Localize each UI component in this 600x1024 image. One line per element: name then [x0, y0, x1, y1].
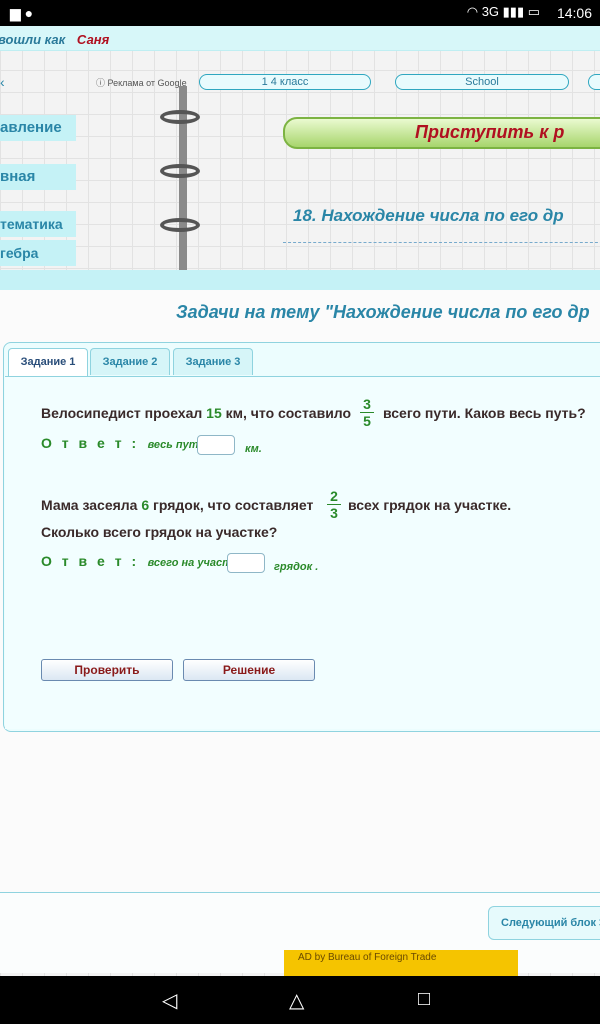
tasks-panel: Задачи на тему "Нахождение числа по его …: [0, 290, 600, 900]
tab-task-3[interactable]: Задание 3: [173, 348, 253, 375]
tab-task-1[interactable]: Задание 1: [8, 348, 88, 377]
network-indicator: ◠ 3G ▮▮▮ ▭: [466, 4, 540, 19]
panel-header-band: [0, 270, 600, 290]
home-icon[interactable]: △: [289, 988, 304, 1013]
task2-answer-input[interactable]: [227, 553, 265, 573]
task1-answer-input[interactable]: [197, 435, 235, 455]
lesson-title: 18. Нахождение числа по его др: [293, 206, 564, 225]
divider: [283, 242, 600, 243]
sidebar-item-math[interactable]: тематика: [0, 211, 76, 237]
back-icon[interactable]: ◁: [162, 988, 177, 1013]
answer-unit: грядок .: [274, 561, 319, 573]
task1-fraction: 35: [360, 396, 374, 429]
solution-button[interactable]: Решение: [183, 659, 315, 681]
check-button[interactable]: Проверить: [41, 659, 173, 681]
tab-content: Велосипедист проехал 15 км, что составил…: [5, 376, 600, 729]
user-name[interactable]: Саня: [77, 32, 109, 47]
task1-question: Велосипедист проехал 15 км, что составил…: [41, 405, 352, 421]
android-nav-bar: ◁ △ □: [0, 976, 600, 1024]
sidebar-item-home[interactable]: вная: [0, 164, 76, 190]
start-button[interactable]: Приступить к р: [283, 117, 600, 149]
answer-label: О т в е т :: [41, 553, 140, 569]
status-bar: ▆ ● ◠ 3G ▮▮▮ ▭ 14:06: [0, 0, 600, 26]
task2-answer-unit-wrap: грядок .: [274, 557, 318, 575]
login-info: вошли как Саня: [0, 32, 109, 47]
nav-pill-more[interactable]: [588, 74, 600, 90]
ad-row: ‹ ⓘ Реклама от Google 1 4 класс School: [0, 74, 600, 92]
webpage: вошли как Саня ‹ ⓘ Реклама от Google 1 4…: [0, 26, 600, 976]
clock: 14:06: [556, 5, 592, 21]
notification-icons: ▆ ●: [10, 5, 34, 21]
sidebar-item-algebra[interactable]: гебра: [0, 240, 76, 266]
login-strip: вошли как Саня: [0, 26, 600, 51]
recents-icon[interactable]: □: [418, 988, 430, 1011]
panel-title: Задачи на тему "Нахождение числа по его …: [176, 302, 590, 322]
task2-question-line2: Сколько всего грядок на участке?: [41, 524, 278, 540]
task1-answer-row: О т в е т : весь путь =: [41, 435, 215, 453]
task2-question-end: всех грядок на участке.: [348, 497, 512, 513]
answer-label: О т в е т :: [41, 435, 140, 451]
task1-question-end: всего пути. Каков весь путь?: [383, 405, 586, 421]
tasks-tabbox: Задание 1 Задание 2 Задание 3 Велосипеди…: [3, 342, 600, 732]
task1-answer-unit-wrap: км.: [245, 439, 262, 457]
nav-pill-school[interactable]: School: [395, 74, 569, 90]
task2-fraction: 23: [327, 488, 341, 521]
next-block-button[interactable]: Следующий блок >: [488, 906, 600, 940]
task2-answer-row: О т в е т : всего на участке: [41, 553, 244, 571]
tab-task-2[interactable]: Задание 2: [90, 348, 170, 375]
task2-question: Мама засеяла 6 грядок, что составляет: [41, 497, 314, 513]
nav-pill-class[interactable]: 1 4 класс: [199, 74, 371, 90]
chevron-left-icon[interactable]: ‹: [0, 74, 5, 90]
bottom-ad[interactable]: AD by Bureau of Foreign Trade: [284, 950, 518, 976]
login-text: вошли как: [0, 32, 66, 47]
answer-unit: км.: [245, 443, 262, 455]
sidebar-item-contents[interactable]: авление: [0, 115, 76, 141]
